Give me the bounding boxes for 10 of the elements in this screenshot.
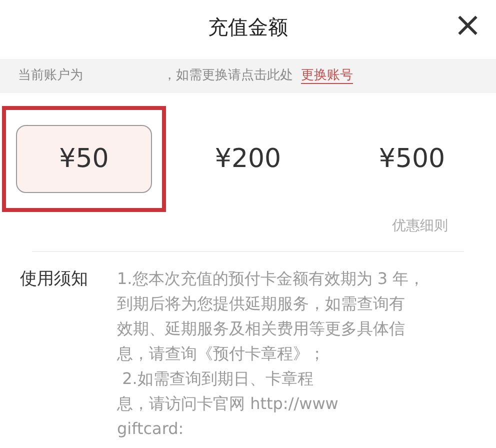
amount-option[interactable]: ¥200 — [180, 125, 316, 193]
close-button[interactable]: × — [454, 8, 482, 42]
amount-option[interactable]: ¥500 — [344, 125, 480, 193]
amount-option[interactable]: ¥50 — [16, 125, 152, 193]
account-label: 当前账户为 — [18, 67, 83, 86]
change-hint: ，如需更换请点击此处 — [163, 67, 293, 86]
notice-text: 1.您本次充值的预付卡金额有效期为 3 年， 到期后将为您提供延期服务，如需查询有 效期、延期服务及相关费用等更多具体信 息，请查询《预付卡章程》； 2.如需查询到期日、卡章程 息，请访问卡官网 http://www giftcard: — [117, 268, 425, 440]
change-account-link[interactable]: 更换账号 — [301, 66, 353, 86]
dialog-title: 充值金额 — [208, 14, 288, 41]
notice-label: 使用须知 — [20, 268, 89, 291]
